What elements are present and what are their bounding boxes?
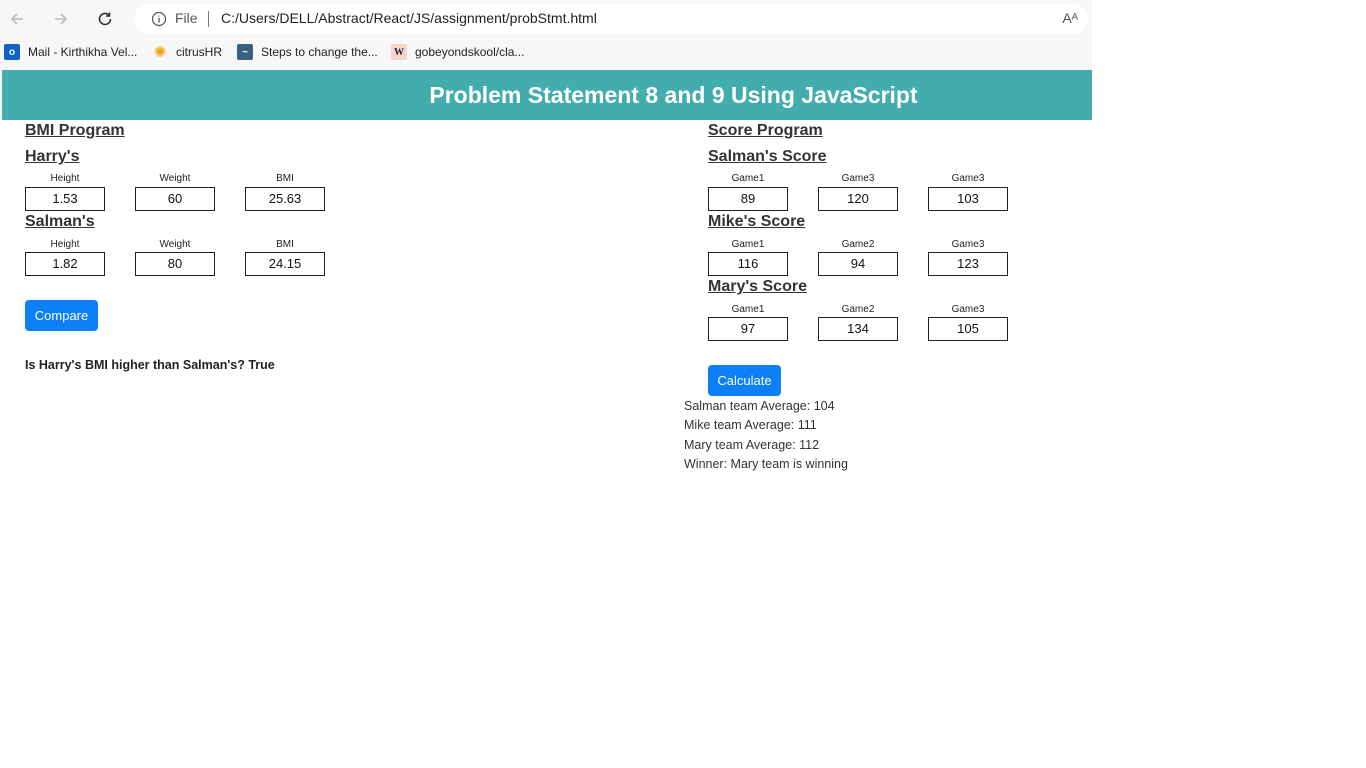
info-icon[interactable] [151,11,167,27]
mike-game-label: Game1 [731,239,765,250]
salman-height-label: Height [50,239,80,250]
harry-bmi-input[interactable]: 25.63 [245,187,325,211]
harry-weight-label: Weight [159,173,191,184]
mike-average-text: Mike team Average: 111 [684,418,817,432]
bookmarks-bar: o Mail - Kirthikha Vel... ✺ citrusHR ~ S… [0,38,1092,68]
bookmark-label: citrusHR [176,45,223,59]
mary-game3-input[interactable]: 105 [928,317,1008,341]
mike-score-heading: Mike's Score [708,213,806,230]
forward-button[interactable] [49,7,73,31]
file-scheme-label: File [175,10,198,26]
url-text[interactable]: C:/Users/DELL/Abstract/React/JS/assignme… [221,10,597,26]
citrus-icon: ✺ [153,44,167,61]
mary-game-label: Game2 [841,304,875,315]
bmi-program-heading: BMI Program [25,122,125,139]
bookmark-label: Mail - Kirthikha Vel... [28,45,138,59]
score-program-heading: Score Program [708,122,823,139]
page-banner: Problem Statement 8 and 9 Using JavaScri… [2,70,1092,120]
harry-height-label: Height [50,173,80,184]
harry-height-input[interactable]: 1.53 [25,187,105,211]
salman-game1-input[interactable]: 89 [708,187,788,211]
mary-game2-input[interactable]: 134 [818,317,898,341]
mike-game3-input[interactable]: 123 [928,252,1008,276]
bookmark-steps[interactable]: ~ Steps to change the... [237,44,378,60]
w-icon: W [391,44,407,60]
salman-game-label: Game1 [731,173,765,184]
harry-bmi-label: BMI [276,173,294,184]
link-icon: ~ [237,44,253,60]
outlook-icon: o [4,44,20,60]
winner-text: Winner: Mary team is winning [684,457,848,471]
mary-average-text: Mary team Average: 112 [684,438,820,452]
mike-game-label: Game3 [951,239,985,250]
salman-bmi-label: BMI [276,239,294,250]
harry-weight-input[interactable]: 60 [135,187,215,211]
salman-height-input[interactable]: 1.82 [25,252,105,276]
salman-bmi-heading: Salman's [25,213,95,230]
address-separator [208,11,209,27]
bookmark-gobeyondskool[interactable]: W gobeyondskool/cla... [391,44,524,60]
refresh-icon [98,12,112,26]
salman-average-text: Salman team Average: 104 [684,399,835,413]
mike-game2-input[interactable]: 94 [818,252,898,276]
browser-toolbar: File C:/Users/DELL/Abstract/React/JS/ass… [0,0,1092,38]
salman-weight-label: Weight [159,239,191,250]
mike-game-label: Game2 [841,239,875,250]
back-arrow-icon [10,13,23,25]
calculate-button[interactable]: Calculate [708,365,781,396]
page-title: Problem Statement 8 and 9 Using JavaScri… [429,81,918,108]
salman-weight-input[interactable]: 80 [135,252,215,276]
salman-bmi-input[interactable]: 24.15 [245,252,325,276]
bookmark-label: gobeyondskool/cla... [415,45,525,59]
mary-score-heading: Mary's Score [708,278,807,295]
read-aloud-icon[interactable]: Aᴬ [1062,10,1078,26]
mary-game1-input[interactable]: 97 [708,317,788,341]
salman-game-label: Game3 [951,173,985,184]
back-button[interactable] [5,7,29,31]
browser-chrome: File C:/Users/DELL/Abstract/React/JS/ass… [0,0,1092,70]
address-bar[interactable]: File C:/Users/DELL/Abstract/React/JS/ass… [134,4,1088,34]
salman-game2-input[interactable]: 120 [818,187,898,211]
compare-button[interactable]: Compare [25,300,98,331]
refresh-button[interactable] [93,7,117,31]
mary-game-label: Game3 [951,304,985,315]
salman-game3-input[interactable]: 103 [928,187,1008,211]
harry-heading: Harry's [25,148,80,165]
mike-game1-input[interactable]: 116 [708,252,788,276]
bookmark-label: Steps to change the... [261,45,378,59]
forward-arrow-icon [55,13,68,25]
bookmark-mail[interactable]: o Mail - Kirthikha Vel... [4,44,137,60]
salman-score-heading: Salman's Score [708,148,827,165]
mary-game-label: Game1 [731,304,765,315]
salman-game-label: Game3 [841,173,875,184]
page-content: Problem Statement 8 and 9 Using JavaScri… [0,70,1092,768]
bmi-result-text: Is Harry's BMI higher than Salman's? Tru… [25,358,275,372]
bookmark-citrushr[interactable]: ✺ citrusHR [152,44,223,61]
